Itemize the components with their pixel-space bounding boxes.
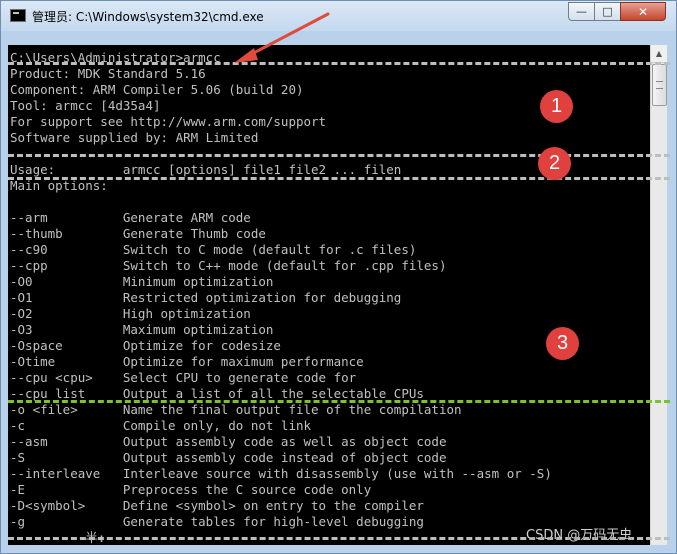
console-line: Software supplied by: ARM Limited: [10, 130, 259, 145]
annotation-arrow-icon: [234, 12, 330, 63]
cmd-app-icon[interactable]: [10, 9, 26, 22]
console-line: -E Preprocess the C source code only: [10, 482, 372, 497]
scroll-up-arrow-icon[interactable]: ▲: [651, 45, 667, 63]
section-divider: [8, 177, 670, 180]
console-line: -Otime Optimize for maximum performance: [10, 354, 364, 369]
console-line: -D<symbol> Define <symbol> on entry to t…: [10, 498, 424, 513]
vertical-scrollbar[interactable]: ▲: [650, 45, 667, 545]
watermark: CSDN @万码无虫: [526, 528, 633, 543]
console-line: -o <file> Name the final output file of …: [10, 402, 462, 417]
console-line: -c Compile only, do not link: [10, 418, 312, 433]
window-title: 管理员: C:\Windows\system32\cmd.exe: [32, 10, 264, 24]
console-line: Main options:: [10, 178, 108, 193]
highlight-divider: [8, 400, 670, 403]
console-line: --asm Output assembly code as well as ob…: [10, 434, 447, 449]
annotation-badge-1: 1: [540, 90, 573, 123]
console-line: --arm Generate ARM code: [10, 210, 251, 225]
console-line: --thumb Generate Thumb code: [10, 226, 266, 241]
console-line: -S Output assembly code instead of objec…: [10, 450, 447, 465]
console-line: --c90 Switch to C mode (default for .c f…: [10, 242, 417, 257]
console-lines: C:\Users\Administrator>armcc Product: MD…: [10, 50, 552, 545]
console-line: Usage: armcc [options] file1 file2 ... f…: [10, 162, 402, 177]
annotation-badge-2: 2: [538, 147, 571, 180]
console-line: -Ospace Optimize for codesize: [10, 338, 281, 353]
minimize-button[interactable]: —: [568, 2, 595, 21]
annotation-badge-3: 3: [546, 327, 579, 360]
console-line: -O1 Restricted optimization for debuggin…: [10, 290, 402, 305]
console-line: --interleave Interleave source with disa…: [10, 466, 552, 481]
console-line: --cpp Switch to C++ mode (default for .c…: [10, 258, 447, 273]
console-line: -O2 High optimization: [10, 306, 251, 321]
console-line: For support see http://www.arm.com/suppo…: [10, 114, 327, 129]
console-line: Component: ARM Compiler 5.06 (build 20): [10, 82, 304, 97]
console-line: -O0 Minimum optimization: [10, 274, 274, 289]
console-line: Product: MDK Standard 5.16: [10, 66, 206, 81]
section-divider: [8, 154, 670, 157]
maximize-button[interactable]: □: [594, 2, 621, 21]
scroll-thumb[interactable]: [652, 64, 667, 106]
console-line: Tool: armcc [4d35a4]: [10, 98, 161, 113]
console-line: --cpu <cpu> Select CPU to generate code …: [10, 370, 357, 385]
close-button[interactable]: ✕: [620, 2, 666, 21]
console-line: -O3 Maximum optimization: [10, 322, 274, 337]
console-line: -g Generate tables for high-level debugg…: [10, 514, 424, 529]
